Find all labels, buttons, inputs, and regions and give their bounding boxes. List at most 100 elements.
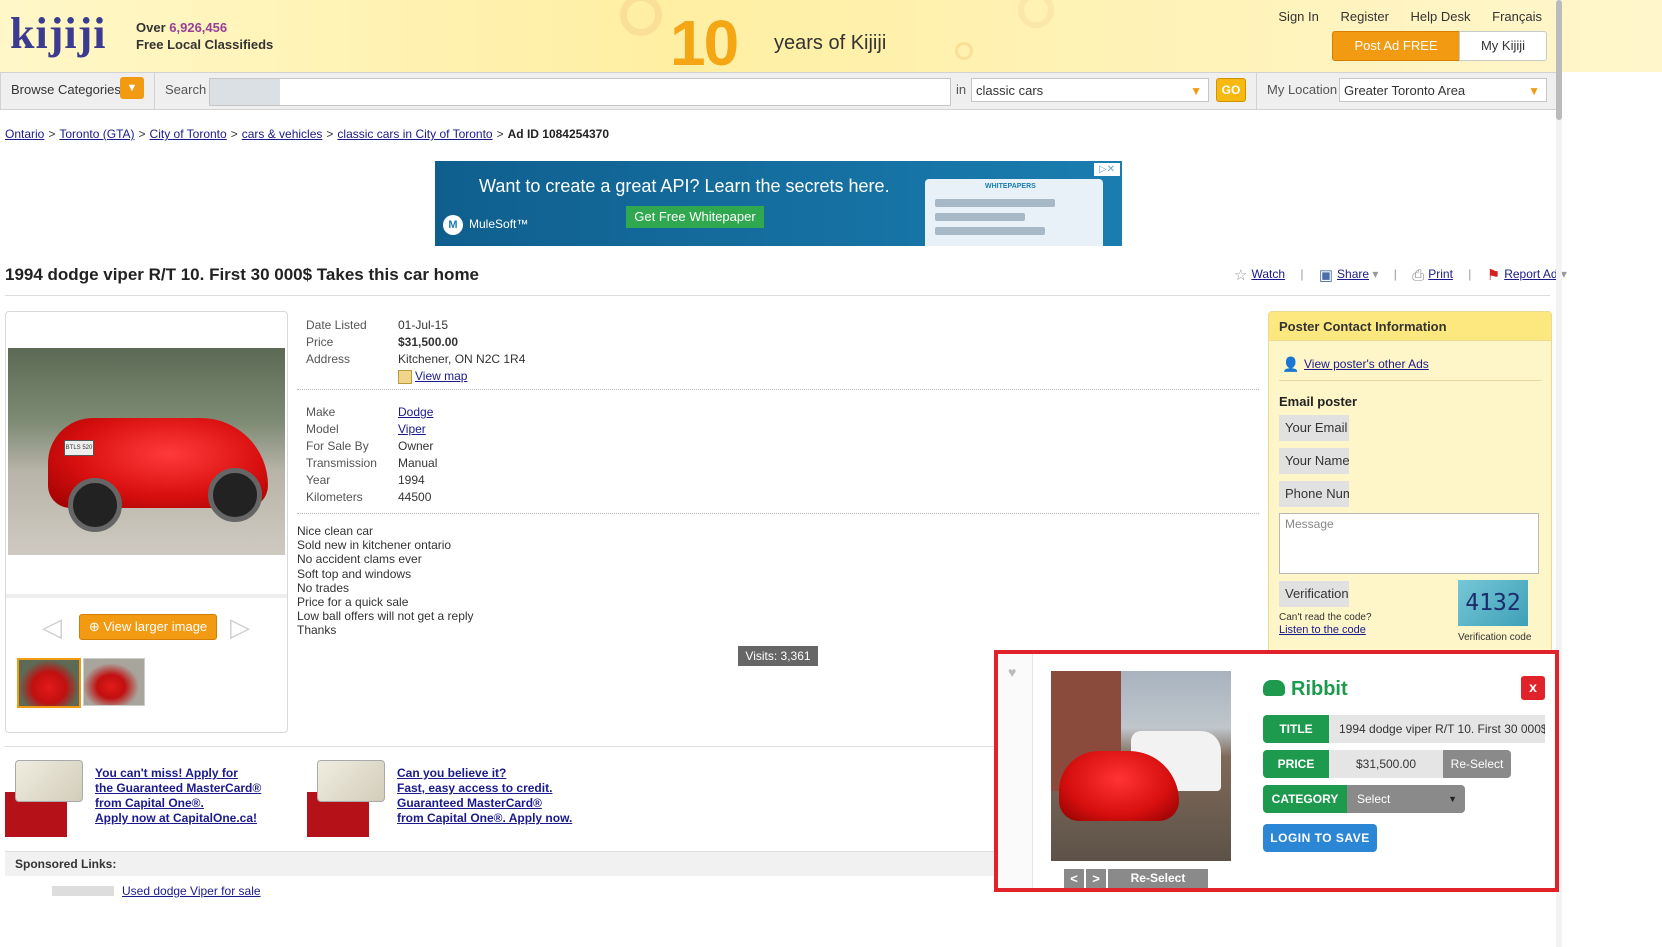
listen-code-link[interactable]: Listen to the code [1279, 624, 1366, 636]
divider [1279, 380, 1541, 381]
your-name-field[interactable]: Your Name [1279, 448, 1349, 474]
mulesoft-logo-icon: M [443, 215, 463, 235]
kijiji-logo[interactable]: kijiji [10, 8, 106, 59]
banner-cta-button[interactable]: Get Free Whitepaper [626, 206, 764, 228]
license-plate: BTLS 520 [64, 440, 94, 456]
ad-id: Ad ID 1084254370 [507, 127, 610, 141]
promo-2-line[interactable]: Fast, easy access to credit. [397, 781, 552, 795]
confetti-decoration [1018, 0, 1054, 28]
contact-header: Poster Contact Information [1269, 312, 1551, 341]
whitepaper-illustration: WHITEPAPERS [925, 179, 1103, 246]
banner-ad[interactable]: Want to create a great API? Learn the se… [435, 161, 1122, 246]
prev-image-button[interactable]: < [1064, 869, 1084, 888]
category-select[interactable]: classic cars ▼ [971, 78, 1209, 102]
promo-1-line[interactable]: Apply now at CapitalOne.ca! [95, 811, 257, 825]
phone-number-field[interactable]: Phone Number [1279, 481, 1349, 507]
captcha-image: 4132 [1458, 580, 1528, 626]
heart-icon[interactable]: ♥ [1008, 664, 1016, 680]
model-link[interactable]: Viper [398, 422, 426, 436]
browse-categories-label[interactable]: Browse Categories [11, 82, 121, 97]
car-wheel [68, 478, 122, 532]
info-value: Kitchener, ON N2C 1R4 [398, 352, 526, 366]
frog-icon [1263, 680, 1285, 696]
print-icon: ⎙ [1412, 266, 1425, 284]
main-car-photo[interactable]: BTLS 520 [8, 348, 285, 555]
attr-value: 44500 [398, 490, 432, 504]
next-arrow-icon[interactable]: ▷ [230, 612, 250, 643]
close-button[interactable]: x [1521, 676, 1545, 700]
previous-arrow-icon[interactable]: ◁ [42, 612, 62, 643]
credit-card-icon [15, 760, 83, 802]
francais-link[interactable]: Français [1492, 9, 1542, 24]
attr-key: Make [306, 405, 336, 419]
car-wheel [208, 468, 262, 522]
text-line [935, 199, 1055, 207]
browse-categories-dropdown[interactable]: ▼ [120, 77, 144, 99]
view-other-ads-link[interactable]: View poster's other Ads [1304, 357, 1429, 371]
scrollbar-thumb[interactable] [1556, 0, 1562, 120]
my-kijiji-button[interactable]: My Kijiji [1459, 31, 1547, 61]
location-select[interactable]: Greater Toronto Area ▼ [1339, 78, 1547, 102]
view-larger-image-button[interactable]: ⊕ View larger image [79, 614, 217, 640]
separator [1256, 73, 1257, 109]
breadcrumb-classic-cars[interactable]: classic cars in City of Toronto [337, 127, 492, 141]
promo-2-line[interactable]: Guaranteed MasterCard® [397, 796, 542, 810]
login-to-save-button[interactable]: LOGIN TO SAVE [1263, 824, 1377, 852]
promo-1-line[interactable]: from Capital One®. [95, 796, 204, 810]
location-select-value: Greater Toronto Area [1344, 83, 1466, 98]
divider [5, 295, 1550, 296]
promo-2-line[interactable]: from Capital One®. Apply now. [397, 811, 572, 825]
register-link[interactable]: Register [1341, 9, 1389, 24]
ribbit-car-photo [1051, 671, 1231, 861]
print-link[interactable]: Print [1428, 267, 1453, 281]
post-ad-button[interactable]: Post Ad FREE [1332, 31, 1460, 61]
capital-one-card-image[interactable] [307, 760, 385, 838]
breadcrumb-city-of-toronto[interactable]: City of Toronto [150, 127, 227, 141]
breadcrumb-ontario[interactable]: Ontario [5, 127, 44, 141]
promo-2-line[interactable]: Can you believe it? [397, 766, 506, 780]
description-line: Nice clean car [297, 524, 374, 538]
your-email-field[interactable]: Your Email [1279, 415, 1349, 441]
sponsored-thumbnail[interactable] [52, 886, 114, 896]
price-value: $31,500.00 [398, 335, 459, 349]
go-button[interactable]: GO [1216, 78, 1246, 102]
capital-one-card-image[interactable] [5, 760, 83, 838]
separator [154, 73, 155, 109]
title-value-field[interactable]: 1994 dodge viper R/T 10. First 30 000$ T… [1329, 715, 1545, 743]
message-field[interactable]: Message [1279, 513, 1539, 574]
price-reselect-button[interactable]: Re-Select [1443, 750, 1511, 778]
sponsored-link[interactable]: Used dodge Viper for sale [122, 884, 261, 898]
promo-1-line[interactable]: the Guaranteed MasterCard® [95, 781, 261, 795]
thumbnail-2[interactable] [83, 658, 145, 706]
report-ad-link[interactable]: Report Ad [1504, 267, 1557, 281]
flag-icon: ⚑ [1486, 267, 1501, 284]
search-input[interactable] [209, 78, 951, 106]
ad-count: 6,926,456 [169, 20, 228, 35]
category-dropdown[interactable]: Select ▼ [1347, 785, 1465, 813]
next-image-button[interactable]: > [1086, 869, 1106, 888]
info-row-date: Date Listed 01-Jul-15 [306, 317, 525, 334]
description-line: Price for a quick sale [297, 595, 409, 610]
info-value: 01-Jul-15 [398, 318, 449, 332]
breadcrumb-cars-vehicles[interactable]: cars & vehicles [242, 127, 323, 141]
share-link[interactable]: Share [1337, 267, 1369, 281]
make-link[interactable]: Dodge [398, 405, 433, 419]
view-map-link[interactable]: View map [415, 369, 467, 383]
help-desk-link[interactable]: Help Desk [1411, 9, 1471, 24]
price-value-field[interactable]: $31,500.00 [1329, 750, 1443, 778]
promo-2: Can you believe it? Fast, easy access to… [397, 766, 572, 826]
verification-code-field[interactable]: Verification code [1279, 581, 1349, 607]
ad-choices-icon[interactable]: ▷✕ [1094, 163, 1120, 176]
ribbit-price-row: PRICE $31,500.00 Re-Select [1263, 750, 1511, 778]
sign-in-link[interactable]: Sign In [1278, 9, 1318, 24]
image-reselect-button[interactable]: Re-Select [1108, 869, 1208, 888]
thumbnail-1[interactable] [17, 658, 81, 708]
in-label: in [956, 82, 967, 97]
anniversary-number: 10 [670, 7, 739, 79]
promo-1-line[interactable]: You can't miss! Apply for [95, 766, 238, 780]
ad-actions: ☆ Watch | ▣ Share ▾ | ⎙ Print | ⚑ Report Ad … [1234, 266, 1567, 285]
watch-link[interactable]: Watch [1251, 267, 1285, 281]
star-icon: ☆ [1234, 267, 1248, 284]
confetti-decoration [955, 42, 973, 60]
breadcrumb-toronto-gta[interactable]: Toronto (GTA) [59, 127, 134, 141]
